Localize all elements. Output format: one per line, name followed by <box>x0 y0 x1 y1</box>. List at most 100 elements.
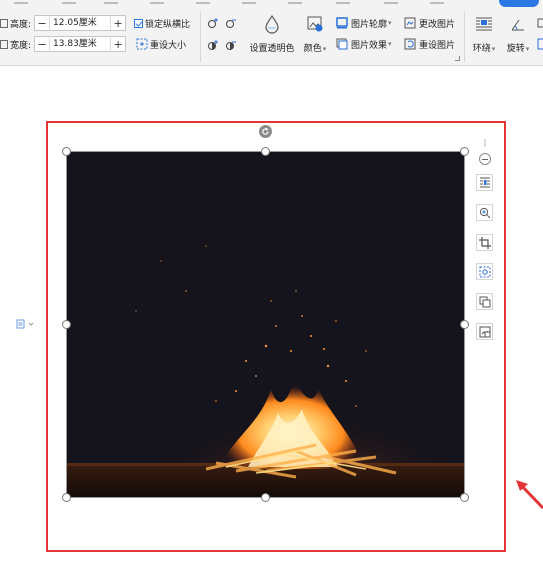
bonfire-image <box>66 151 465 498</box>
align-icon[interactable] <box>537 18 543 30</box>
set-transparent-color-button[interactable]: 设置透明色 <box>249 14 295 54</box>
width-stepper[interactable]: − 13.83厘米 + <box>34 36 127 52</box>
brightness-increase-icon[interactable] <box>206 16 220 30</box>
picture-outline-icon <box>336 17 348 29</box>
ribbon-tab-strip <box>0 0 543 9</box>
rotate-dropdown-icon[interactable]: ▾ <box>526 45 530 53</box>
bonfire-picture[interactable] <box>66 151 465 498</box>
tab-fragment[interactable] <box>62 0 76 4</box>
picture-effects-label: 图片效果 <box>351 40 388 51</box>
picture-effects-dropdown-icon[interactable]: ▾ <box>388 40 392 48</box>
group-icon[interactable] <box>537 38 543 50</box>
lock-ratio-label: 锁定纵横比 <box>145 19 191 30</box>
paragraph-layout-marker[interactable] <box>16 319 36 332</box>
ribbon-divider <box>464 12 465 62</box>
resize-handle-bottom[interactable] <box>261 493 270 502</box>
picture-outline-dropdown-icon[interactable]: ▾ <box>388 19 392 27</box>
picture-effects-icon <box>336 38 348 50</box>
width-icon <box>0 39 8 49</box>
height-decrease-button[interactable]: − <box>35 16 49 30</box>
picture-color-icon <box>306 14 324 34</box>
resize-handle-bottom-left[interactable] <box>62 493 71 502</box>
tab-fragment[interactable] <box>288 0 302 4</box>
resize-handle-top-right[interactable] <box>460 147 469 156</box>
brightness-group <box>206 15 238 31</box>
reset-size-label: 重设大小 <box>150 40 187 51</box>
tab-fragment[interactable] <box>384 0 398 4</box>
change-picture-label: 更改图片 <box>419 19 456 30</box>
wrap-button[interactable]: 环绕▾ <box>469 16 499 54</box>
change-picture-button[interactable]: 更改图片 <box>404 15 455 31</box>
cutout-button[interactable] <box>476 263 493 280</box>
picture-replace-button[interactable] <box>476 293 493 310</box>
droplet-icon <box>263 14 281 34</box>
resize-handle-right[interactable] <box>460 320 469 329</box>
picture-compress-icon <box>479 326 490 337</box>
height-increase-button[interactable]: + <box>111 16 125 30</box>
wrap-label: 环绕 <box>472 44 491 54</box>
color-label-row: 颜色▾ <box>300 41 330 54</box>
width-decrease-button[interactable]: − <box>35 37 49 51</box>
width-row: 宽度: − 13.83厘米 + <box>0 36 127 52</box>
annotation-arrow <box>516 480 543 510</box>
reset-size-button[interactable]: 重设大小 <box>136 36 186 52</box>
rotate-label-row: 旋转▾ <box>503 41 533 54</box>
height-row: 高度: − 12.05厘米 + <box>0 15 127 31</box>
zoom-in-button[interactable] <box>476 204 493 221</box>
height-label: 高度: <box>10 19 32 30</box>
wrap-dropdown-icon[interactable]: ▾ <box>492 45 496 53</box>
brightness-decrease-icon[interactable] <box>224 16 238 30</box>
rotate-handle[interactable] <box>259 125 272 138</box>
reset-size-icon <box>136 38 148 50</box>
text-wrap-icon <box>475 16 493 32</box>
width-input[interactable]: 13.83厘米 <box>49 37 112 51</box>
reset-picture-button[interactable]: 重设图片 <box>404 36 455 52</box>
collapse-toolbar-button[interactable] <box>479 153 491 165</box>
width-label: 宽度: <box>10 40 32 51</box>
rotate-button[interactable]: 旋转▾ <box>503 16 533 54</box>
tab-fragment[interactable] <box>242 0 256 4</box>
rotate-icon <box>509 16 527 32</box>
color-label: 颜色 <box>303 44 322 54</box>
tab-fragment[interactable] <box>104 0 118 4</box>
tab-fragment[interactable] <box>196 0 210 4</box>
layout-options-button[interactable] <box>476 174 493 191</box>
paragraph-layout-icon <box>16 319 34 329</box>
set-transparent-color-label: 设置透明色 <box>249 44 295 54</box>
resize-handle-top-left[interactable] <box>62 147 71 156</box>
reset-picture-icon <box>404 38 416 50</box>
height-input[interactable]: 12.05厘米 <box>49 16 112 30</box>
rotate-handle-icon <box>262 127 269 135</box>
height-icon <box>0 18 8 28</box>
crop-button[interactable] <box>476 234 493 251</box>
lock-ratio-checkbox[interactable]: 锁定纵横比 <box>134 15 190 31</box>
resize-handle-top[interactable] <box>261 147 270 156</box>
ribbon-divider <box>200 12 201 62</box>
lock-ratio-check-icon[interactable] <box>134 18 143 28</box>
tab-fragment[interactable] <box>14 0 28 4</box>
picture-tools-ribbon: 高度: − 12.05厘米 + 宽度: − 13.83厘米 + 锁定纵横比 重设… <box>0 0 543 66</box>
height-stepper[interactable]: − 12.05厘米 + <box>34 15 127 31</box>
picture-dialog-launcher-icon[interactable] <box>455 56 460 61</box>
cutout-icon <box>479 266 490 277</box>
picture-effects-button[interactable]: 图片效果 ▾ <box>336 36 392 52</box>
tab-picture-tools-active[interactable] <box>499 0 539 7</box>
tab-fragment[interactable] <box>150 0 164 4</box>
picture-replace-icon <box>479 296 490 307</box>
resize-handle-left[interactable] <box>62 320 71 329</box>
tab-fragment[interactable] <box>430 0 444 4</box>
zoom-in-icon <box>479 207 490 218</box>
tab-fragment[interactable] <box>336 0 350 4</box>
contrast-group <box>206 37 238 53</box>
wrap-label-row: 环绕▾ <box>469 41 499 54</box>
color-button[interactable]: 颜色▾ <box>300 14 330 54</box>
resize-handle-bottom-right[interactable] <box>460 493 469 502</box>
contrast-decrease-icon[interactable] <box>224 38 238 52</box>
contrast-increase-icon[interactable] <box>206 38 220 52</box>
picture-outline-button[interactable]: 图片轮廓 ▾ <box>336 15 392 31</box>
color-dropdown-icon[interactable]: ▾ <box>323 45 327 53</box>
picture-compress-button[interactable] <box>476 323 493 340</box>
width-increase-button[interactable]: + <box>111 37 125 51</box>
reset-picture-label: 重设图片 <box>419 40 456 51</box>
layout-options-icon <box>479 177 490 188</box>
